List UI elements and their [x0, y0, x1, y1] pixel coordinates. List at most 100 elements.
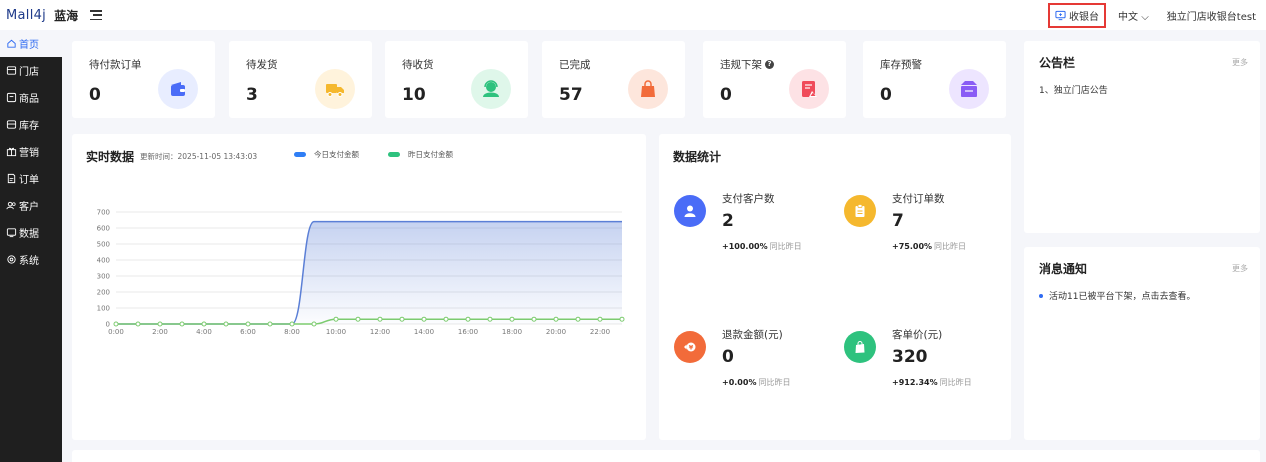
- x-tick-label: 18:00: [502, 328, 522, 336]
- stat-card-completed[interactable]: 已完成 57: [542, 41, 685, 118]
- realtime-chart: 01002003004005006007000:00 2:00 4:00 6:00 8:…: [97, 209, 625, 336]
- sidebar-item-data[interactable]: 数据: [0, 219, 62, 246]
- realtime-panel: 实时数据 更新时间：2025-11-05 13:43:03 今日支付金额 昨日支…: [72, 134, 646, 440]
- data-stats-title: 数据统计: [673, 150, 722, 164]
- y-tick-label: 100: [97, 305, 110, 313]
- message-more-link[interactable]: 更多: [1232, 263, 1248, 274]
- sidebar-item-marketing[interactable]: 营销: [0, 138, 62, 165]
- y-tick-label: 700: [97, 209, 110, 217]
- data-point-yesterday: [223, 321, 229, 327]
- data-point-yesterday: [267, 321, 273, 327]
- notice-board: 公告栏 更多 1、独立门店公告: [1024, 41, 1260, 233]
- store-name[interactable]: 独立门店收银台test: [1167, 8, 1256, 23]
- sidebar-item-customers[interactable]: 客户: [0, 192, 62, 219]
- sidebar-item-store[interactable]: 门店: [0, 57, 62, 84]
- top-bar: Mall4j 蓝海 收银台 中文 ⌵ 独立门店收银台test: [0, 0, 1266, 30]
- bag-icon: [628, 69, 668, 109]
- inventory-icon: [6, 120, 17, 129]
- stat-value: 0: [89, 85, 101, 105]
- metric-paid-orders: 支付订单数 7 +75.00% 同比昨日: [844, 193, 994, 285]
- settings-icon: [7, 255, 16, 264]
- metric-label: 客单价(元): [892, 329, 943, 341]
- data-point-yesterday: [531, 316, 537, 322]
- data-point-yesterday: [113, 321, 119, 327]
- data-point-yesterday: [355, 316, 361, 322]
- x-tick-label: 6:00: [240, 328, 256, 336]
- sidebar-item-label: 商品: [19, 94, 39, 105]
- message-item[interactable]: 活动11已被平台下架，点击去查看。: [1039, 289, 1195, 302]
- series-area-today: [116, 221, 622, 324]
- stat-card-pending-shipment[interactable]: 待发货 3: [229, 41, 372, 118]
- home-icon: [7, 39, 16, 48]
- data-point-yesterday: [597, 316, 603, 322]
- stat-card-violation[interactable]: 违规下架? 0: [703, 41, 846, 118]
- logo[interactable]: Mall4j: [6, 8, 46, 23]
- sidebar-item-inventory[interactable]: 库存: [0, 111, 62, 138]
- metric-label: 退款金额(元): [722, 329, 783, 341]
- data-point-yesterday: [135, 321, 141, 327]
- data-point-yesterday: [377, 316, 383, 322]
- language-label: 中文: [1118, 11, 1139, 23]
- sidebar-item-system[interactable]: 系统: [0, 246, 62, 273]
- metric-change: +912.34% 同比昨日: [892, 378, 972, 387]
- data-point-yesterday: [311, 321, 317, 327]
- sidebar-item-label: 门店: [19, 67, 39, 78]
- data-point-yesterday: [201, 321, 207, 327]
- bullet-icon: [1039, 293, 1043, 298]
- stat-card-pending-payment[interactable]: 待付款订单 0: [72, 41, 215, 118]
- refund-icon: ¥: [674, 331, 706, 363]
- x-tick-label: 8:00: [284, 328, 300, 336]
- metric-value: 0: [722, 347, 734, 367]
- cashier-label: 收银台: [1069, 11, 1100, 23]
- data-point-yesterday: [157, 321, 163, 327]
- notice-more-link[interactable]: 更多: [1232, 57, 1248, 68]
- x-tick-label: 20:00: [546, 328, 566, 336]
- user-icon: [674, 195, 706, 227]
- x-tick-label: 2:00: [152, 328, 168, 336]
- data-point-yesterday: [333, 316, 339, 322]
- stat-label: 违规下架?: [720, 57, 774, 72]
- customer-icon: [6, 201, 16, 210]
- sidebar-item-label: 客户: [19, 202, 39, 213]
- clipboard-icon: [844, 195, 876, 227]
- sidebar-item-label: 系统: [19, 256, 39, 267]
- store-icon: [6, 66, 17, 75]
- notice-item[interactable]: 1、独立门店公告: [1039, 83, 1108, 96]
- x-tick-label: 4:00: [196, 328, 212, 336]
- data-point-yesterday: [575, 316, 581, 322]
- top-right-actions: 收银台 中文 ⌵ 独立门店收银台test: [1048, 0, 1256, 30]
- stat-value: 0: [720, 85, 732, 105]
- menu-toggle-icon[interactable]: [90, 10, 103, 20]
- data-point-yesterday: [289, 321, 295, 327]
- stat-card-pending-receipt[interactable]: 待收货 10: [385, 41, 528, 118]
- brand-name: 蓝海: [54, 8, 79, 23]
- y-tick-label: 600: [97, 225, 110, 233]
- help-icon[interactable]: ?: [765, 60, 774, 69]
- cashier-button[interactable]: 收银台: [1048, 2, 1107, 28]
- sidebar-item-label: 营销: [19, 148, 39, 159]
- language-switcher[interactable]: 中文 ⌵: [1118, 8, 1149, 23]
- stat-card-stock-warning[interactable]: 库存预警 0: [863, 41, 1006, 118]
- y-tick-label: 200: [97, 289, 110, 297]
- truck-icon: [315, 69, 355, 109]
- sidebar-item-home[interactable]: 首页: [0, 30, 62, 57]
- product-icon: [6, 92, 17, 103]
- shopping-bag-icon: [844, 331, 876, 363]
- sidebar-item-orders[interactable]: 订单: [0, 165, 62, 192]
- data-point-yesterday: [509, 316, 515, 322]
- metric-label: 支付客户数: [722, 193, 775, 205]
- metric-value: 320: [892, 347, 928, 367]
- box-icon: [949, 69, 989, 109]
- chevron-down-icon: ⌵: [1138, 11, 1149, 23]
- y-tick-label: 400: [97, 257, 110, 265]
- bottom-panel: [72, 450, 1260, 462]
- metric-value: 2: [722, 211, 734, 231]
- sidebar-item-label: 库存: [19, 121, 39, 132]
- notice-title: 公告栏: [1039, 56, 1076, 70]
- data-point-yesterday: [245, 321, 251, 327]
- data-point-yesterday: [619, 316, 625, 322]
- sidebar-item-product[interactable]: 商品: [0, 84, 62, 111]
- y-tick-label: 300: [97, 273, 110, 281]
- x-tick-label: 0:00: [108, 328, 124, 336]
- sidebar: 首页 门店 商品 库存 营销 订单 客户 数据 系统: [0, 30, 62, 462]
